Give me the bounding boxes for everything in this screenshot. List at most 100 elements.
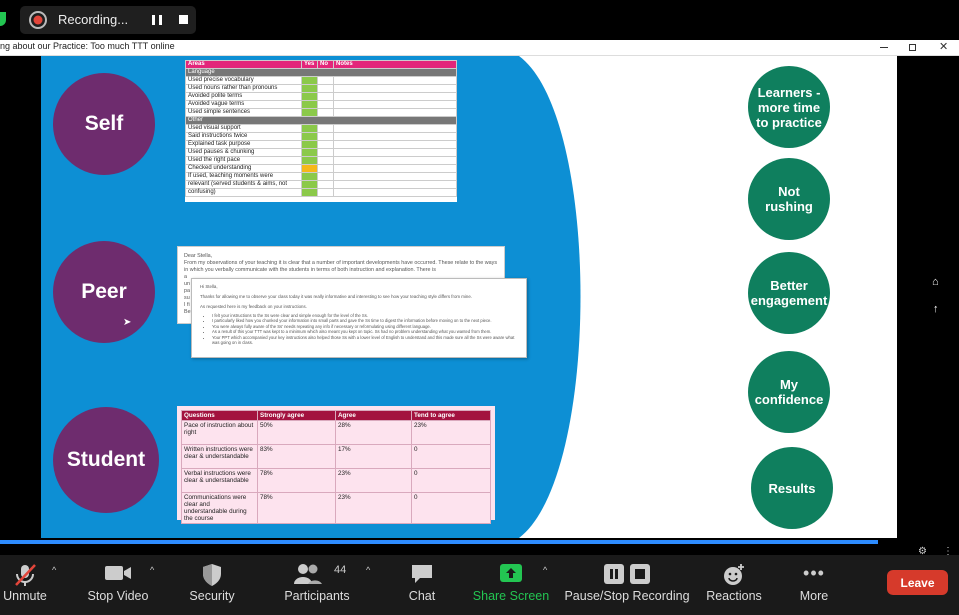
survey-header-cell: Strongly agree [257, 410, 336, 421]
share-options-chevron-icon[interactable]: ^ [543, 565, 547, 575]
chat-button[interactable]: Chat [402, 555, 442, 615]
reactions-label: Reactions [706, 589, 762, 603]
checklist-yes-cell [301, 172, 318, 181]
student-survey: Questions Strongly agree Agree Tend to agre… [177, 406, 495, 524]
peer-label: Peer [81, 280, 127, 303]
checklist-yes-cell [301, 132, 318, 141]
pointer-icon[interactable]: ↑ [933, 303, 939, 315]
checklist-header-cell: Notes [333, 60, 457, 69]
pause-stop-icon [604, 564, 650, 584]
stop-video-button[interactable]: Stop Video [84, 555, 152, 615]
checklist-no-cell [317, 92, 334, 101]
video-options-chevron-icon[interactable]: ^ [150, 565, 154, 575]
pause-recording-button[interactable] [152, 15, 162, 25]
survey-row: Communications were clear and understand… [181, 492, 491, 524]
checklist-notes-cell [333, 132, 457, 141]
share-screen-label: Share Screen [472, 589, 550, 603]
checklist-item-label: Said instructions twice [185, 132, 302, 141]
checklist-notes-cell [333, 100, 457, 109]
survey-row: Pace of instruction about right 50% 28% 23% [181, 420, 491, 445]
checklist-row: Used precise vocabulary [185, 76, 457, 85]
checklist-yes-cell [301, 188, 318, 197]
survey-row: Verbal instructions were clear & underst… [181, 468, 491, 493]
muted-microphone-icon [15, 564, 36, 586]
share-screen-icon [500, 564, 522, 582]
checklist-row: Used visual support [185, 124, 457, 133]
pause-stop-recording-button[interactable]: Pause/Stop Recording [564, 555, 690, 615]
letter2-bullet: Your PPT which accompanied your key inst… [212, 335, 518, 346]
checklist-no-cell [317, 148, 334, 157]
stop-recording-button[interactable] [179, 15, 188, 24]
survey-value: 23% [335, 468, 412, 493]
participants-label: Participants [284, 589, 350, 603]
survey-header-cell: Questions [181, 410, 258, 421]
checklist-notes-cell [333, 92, 457, 101]
more-button[interactable]: ••• More [796, 555, 832, 615]
letter2-bullet: As a result of this your TTT was kept to… [212, 329, 518, 334]
participants-icon [294, 564, 322, 584]
share-screen-button[interactable]: Share Screen [472, 555, 550, 615]
participants-options-chevron-icon[interactable]: ^ [366, 565, 370, 575]
home-icon[interactable]: ⌂ [932, 276, 939, 288]
meeting-toolbar: Unmute ^ Stop Video ^ Security 44 Partic… [0, 555, 959, 615]
self-label: Self [84, 112, 124, 135]
more-label: More [799, 589, 829, 603]
checklist-yes-cell [301, 124, 318, 133]
checklist-yes-cell [301, 180, 318, 189]
checklist-no-cell [317, 164, 334, 173]
checklist-notes-cell [333, 164, 457, 173]
reactions-button[interactable]: Reactions [706, 555, 762, 615]
checklist-item-label: confusing) [185, 188, 302, 197]
letter2-bullets: I felt your instructions to the Ss were … [212, 313, 518, 345]
video-camera-icon [105, 566, 131, 580]
survey-value: 83% [257, 444, 336, 469]
participants-button[interactable]: 44 Participants [284, 555, 350, 615]
checklist-item-label: Avoided vague terms [185, 100, 302, 109]
student-survey-table: Questions Strongly agree Agree Tend to agre… [181, 410, 491, 524]
checklist-yes-cell [301, 92, 318, 101]
window-title-bar: ng about our Practice: Too much TTT onli… [0, 40, 959, 56]
outcome-label: Learners - more time to practice [756, 84, 822, 130]
checklist-yes-cell [301, 156, 318, 165]
outcome-label: Results [768, 480, 816, 496]
survey-value: 28% [335, 420, 412, 445]
survey-value: 17% [335, 444, 412, 469]
restore-icon[interactable] [909, 44, 916, 51]
checklist-yes-cell [301, 140, 318, 149]
checklist-section-row: Other [185, 116, 457, 125]
pause-stop-label: Pause/Stop Recording [564, 589, 690, 603]
letter2-greeting: Hi Stella, [200, 284, 218, 289]
survey-question: Pace of instruction about right [181, 420, 258, 445]
checklist-no-cell [317, 132, 334, 141]
survey-question: Verbal instructions were clear & underst… [181, 468, 258, 493]
minimize-icon[interactable] [880, 47, 888, 48]
checklist-item-label: Used visual support [185, 124, 302, 133]
checklist-header-cell: Yes [301, 60, 318, 69]
security-shield-icon [203, 564, 221, 586]
survey-value: 23% [335, 492, 412, 524]
survey-value: 0 [411, 468, 491, 493]
checklist-no-cell [317, 108, 334, 117]
outcome-circle: Not rushing [748, 158, 830, 240]
unmute-button[interactable]: Unmute [0, 555, 50, 615]
outcome-circle: Results [751, 447, 833, 529]
security-button[interactable]: Security [185, 555, 239, 615]
checklist-no-cell [317, 124, 334, 133]
leave-button[interactable]: Leave [887, 570, 948, 595]
survey-value: 78% [257, 468, 336, 493]
checklist-item-label: Used precise vocabulary [185, 76, 302, 85]
checklist-no-cell [317, 180, 334, 189]
close-icon[interactable]: ✕ [939, 40, 948, 53]
checklist-notes-cell [333, 84, 457, 93]
checklist-yes-cell [301, 76, 318, 85]
checklist-notes-cell [333, 188, 457, 197]
checklist-yes-cell [301, 108, 318, 117]
checklist-header-cell: No [317, 60, 334, 69]
student-label: Student [66, 448, 146, 471]
self-checklist-table: Areas Yes No Notes Language Used precise voca… [185, 60, 457, 197]
survey-question: Written instructions were clear & unders… [181, 444, 258, 469]
stop-video-label: Stop Video [87, 589, 149, 603]
audio-options-chevron-icon[interactable]: ^ [52, 565, 56, 575]
checklist-yes-cell [301, 164, 318, 173]
checklist-no-cell [317, 140, 334, 149]
